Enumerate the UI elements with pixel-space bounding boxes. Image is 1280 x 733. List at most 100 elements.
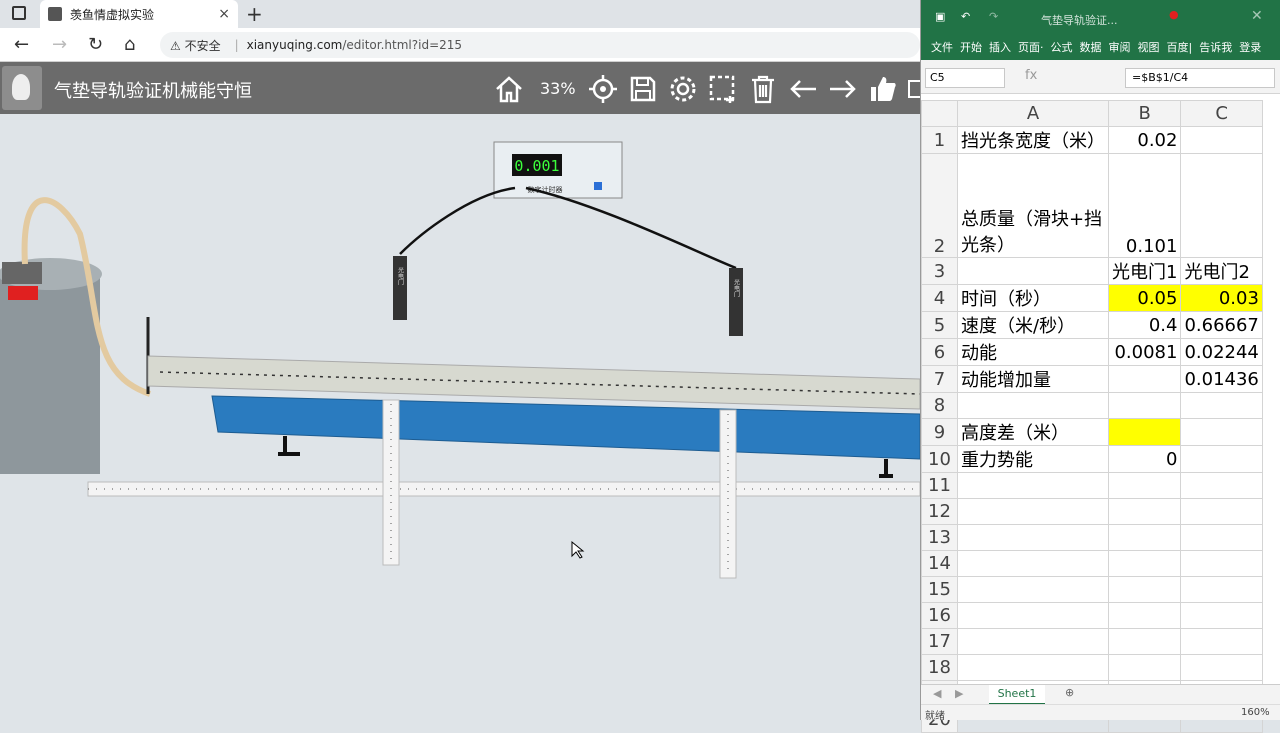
row-header[interactable]: 17 [921,628,958,655]
excel-redo-icon[interactable]: ↷ [989,10,998,23]
cell-c[interactable] [1180,153,1263,258]
url-field[interactable]: ⚠ 不安全 | xianyuqing.com /editor.html?id=2… [160,32,920,58]
cell-c[interactable]: 0.02244 [1180,338,1263,366]
cell-b[interactable]: 光电门1 [1107,257,1182,285]
more-tools-icon[interactable] [908,80,920,98]
back-arrow-icon[interactable]: ← [14,34,29,55]
excel-close-icon[interactable]: ✕ [1251,8,1263,24]
home-icon[interactable] [494,74,524,104]
cell-c[interactable] [1180,654,1263,681]
browser-tab[interactable]: 羡鱼情虚拟实验 × [40,0,238,28]
row-header[interactable]: 1 [921,126,958,154]
cell-b[interactable]: 0.05 [1107,284,1182,312]
fx-icon[interactable]: fx [1025,68,1037,83]
row-header[interactable]: 4 [921,284,958,312]
undo-arrow-icon[interactable] [788,74,818,104]
cell-b[interactable]: 0 [1107,445,1182,473]
cell-c[interactable] [1180,418,1263,446]
ribbon-insert[interactable]: 插入 [989,39,1011,55]
ribbon-login[interactable]: 登录 [1239,39,1261,55]
row-header[interactable]: 18 [921,654,958,681]
ribbon-tell-me[interactable]: 告诉我 [1199,39,1232,55]
ribbon-review[interactable]: 审阅 [1109,39,1131,55]
row-header[interactable]: 11 [921,472,958,499]
cell-c[interactable] [1180,472,1263,499]
cell-b[interactable]: 0.101 [1107,153,1182,258]
cell-b[interactable] [1107,498,1182,525]
cell-a[interactable]: 高度差（米） [957,418,1109,446]
experiment-canvas[interactable]: 0.001 数字计时器 光电门 光电门 [0,114,920,720]
column-header[interactable]: A [957,100,1109,127]
row-header[interactable]: 7 [921,365,958,393]
cell-a[interactable]: 总质量（滑块+挡光条） [957,153,1109,258]
notification-icon[interactable]: ● [1169,8,1179,21]
name-box[interactable]: C5 [925,68,1005,88]
cell-b[interactable] [1107,365,1182,393]
column-header[interactable]: C [1180,100,1263,127]
row-header[interactable]: 2 [921,153,958,258]
row-header[interactable]: 14 [921,550,958,577]
row-header[interactable]: 8 [921,392,958,419]
cell-b[interactable] [1107,418,1182,446]
cell-a[interactable] [957,550,1109,577]
add-sheet-icon[interactable]: ⊕ [1065,686,1074,699]
zoom-percent[interactable]: 160% [1241,707,1270,718]
cell-c[interactable]: 0.01436 [1180,365,1263,393]
ribbon-home[interactable]: 开始 [960,39,982,55]
ribbon-file[interactable]: 文件 [931,39,953,55]
row-header[interactable]: 6 [921,338,958,366]
cell-a[interactable]: 时间（秒） [957,284,1109,312]
home-icon[interactable]: ⌂ [124,34,135,55]
cell-c[interactable] [1180,628,1263,655]
row-header[interactable]: 16 [921,602,958,629]
select-icon[interactable] [708,74,738,104]
cell-a[interactable] [957,602,1109,629]
cell-b[interactable] [1107,550,1182,577]
excel-undo-icon[interactable]: ↶ [961,10,970,23]
window-menu-icon[interactable] [12,6,26,20]
row-header[interactable]: 13 [921,524,958,551]
row-header[interactable]: 15 [921,576,958,603]
new-tab-button[interactable]: + [246,2,263,26]
cell-a[interactable] [957,392,1109,419]
cell-c[interactable] [1180,602,1263,629]
cell-a[interactable] [957,628,1109,655]
cell-c[interactable] [1180,445,1263,473]
forward-arrow-icon[interactable]: → [52,34,67,55]
ribbon-baidu[interactable]: 百度| [1167,39,1193,55]
cell-c[interactable]: 0.03 [1180,284,1263,312]
cell-a[interactable]: 速度（米/秒） [957,311,1109,339]
cell-c[interactable] [1180,392,1263,419]
cell-a[interactable] [957,654,1109,681]
cell-c[interactable] [1180,498,1263,525]
cell-a[interactable]: 挡光条宽度（米） [957,126,1109,154]
reload-icon[interactable]: ↻ [88,34,103,55]
cell-c[interactable]: 光电门2 [1180,257,1263,285]
row-header[interactable]: 9 [921,418,958,446]
ribbon-data[interactable]: 数据 [1080,39,1102,55]
cell-c[interactable]: 0.66667 [1180,311,1263,339]
photogate-2[interactable]: 光电门 [729,268,743,336]
cell-b[interactable] [1107,524,1182,551]
corner-cell[interactable] [921,100,958,127]
air-track[interactable] [147,355,920,460]
cell-a[interactable] [957,472,1109,499]
cell-b[interactable] [1107,392,1182,419]
spreadsheet-grid[interactable]: A B C 1 挡光条宽度（米） 0.02 2 总质量（滑块+挡光条） 0.101 3 光电门… [921,100,1263,733]
cell-c[interactable] [1180,524,1263,551]
cell-b[interactable] [1107,472,1182,499]
cell-c[interactable] [1180,576,1263,603]
target-icon[interactable] [588,74,618,104]
cell-b[interactable] [1107,576,1182,603]
cell-a[interactable]: 动能增加量 [957,365,1109,393]
like-icon[interactable] [868,74,898,104]
row-header[interactable]: 12 [921,498,958,525]
save-icon[interactable] [628,74,658,104]
photogate-1[interactable]: 光电门 [393,256,407,320]
cell-b[interactable] [1107,654,1182,681]
row-header[interactable]: 10 [921,445,958,473]
settings-icon[interactable] [668,74,698,104]
digital-timer[interactable]: 0.001 数字计时器 [493,141,623,199]
cell-a[interactable]: 动能 [957,338,1109,366]
row-header[interactable]: 3 [921,257,958,285]
